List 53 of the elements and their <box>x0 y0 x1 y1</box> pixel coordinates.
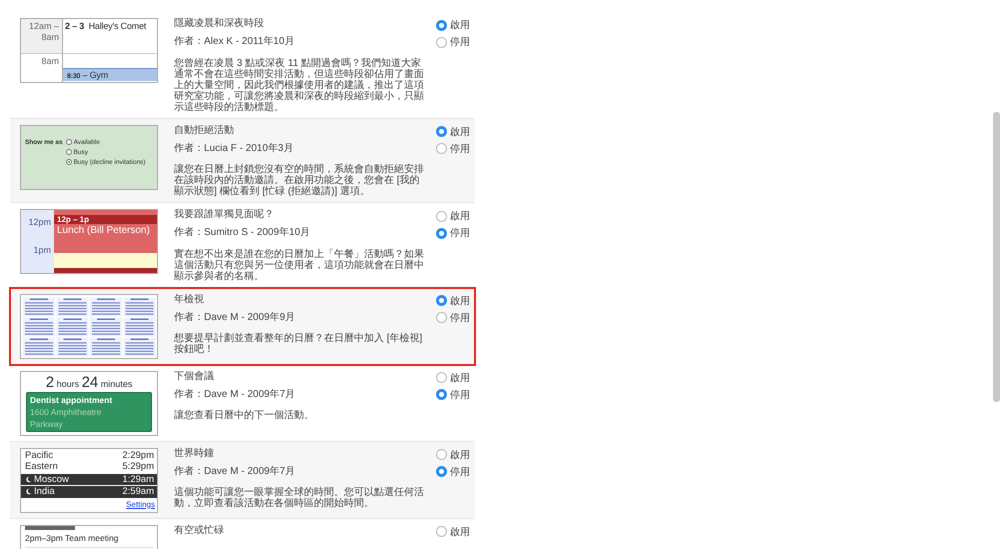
plugin-title: 自動拒絕活動 <box>174 124 235 136</box>
time-label: 12am – 8am <box>28 21 59 43</box>
city-name: Moscow <box>34 474 69 485</box>
radio-option[interactable]: 啟用 <box>436 448 470 462</box>
plugin-title: 下個會議 <box>174 370 215 382</box>
plugin-title: 隱藏凌晨和深夜時段 <box>174 18 265 29</box>
radio-option[interactable]: 停用 <box>436 388 470 402</box>
scrollbar-thumb[interactable] <box>993 112 1000 402</box>
time-label: 8am <box>41 56 59 66</box>
radio-option[interactable]: 啟用 <box>436 294 470 308</box>
event-title: Dentist appointment <box>30 394 114 406</box>
time-label: 1pm <box>33 245 51 255</box>
plugin-title: 我要跟誰單獨見面呢？ <box>174 209 275 220</box>
clock-time: 2:29pm <box>122 450 154 461</box>
plugin-description: 想要提早計劃並查看整年的日曆？在日曆中加入 [年檢視] 按鈕吧！ <box>174 333 424 355</box>
countdown-text: 2 hours 24 minutes <box>46 378 132 388</box>
plugin-title: 有空或忙碌 <box>174 524 225 536</box>
plugin-description: 實在想不出來是誰在您的日曆加上「午餐」活動嗎？如果這個活動只有您與另一位使用者，這項功能就會在日曆中顯示參與者的名稱。 <box>174 248 425 282</box>
settings-link[interactable]: Settings <box>126 500 155 508</box>
plugin-title: 世界時鐘 <box>174 448 215 458</box>
plugin-author: 作者：Alex K - 2011年10月 <box>174 36 296 47</box>
plugin-description: 這個功能可讓您一眼掌握全球的時間。您可以點選任何活動，立即查看該活動在各個時區的開始時間。 <box>174 487 425 509</box>
clock-time: 5:29pm <box>122 461 154 472</box>
plugin-author: 作者：Dave M - 2009年7月 <box>174 466 296 476</box>
plugin-description: 讓您查看日曆中的下一個活動。 <box>174 410 315 421</box>
event-location: 1600 Amphitheatre Parkway <box>30 406 102 430</box>
event-time: 12p – 1p <box>54 215 157 224</box>
city-name: India <box>34 486 55 498</box>
plugin-author: 作者：Dave M - 2009年9月 <box>174 312 296 322</box>
radio-option[interactable]: 啟用 <box>436 209 470 223</box>
time-label: 12pm <box>28 217 51 227</box>
radio-option[interactable]: 停用 <box>436 226 470 240</box>
radio-option[interactable]: 啟用 <box>436 18 470 32</box>
radio-option[interactable]: 停用 <box>436 35 470 49</box>
plugin-description: 您曾經在凌晨 3 點或深夜 11 點開過會嗎？我們知道大家通常不會在這些時間安排活動，但這些時段卻佔用了畫面上的大量空間，因此我們根據使用者的建議，推出了這項研究室功能，可讓您將凌晨和深夜的時段縮到最小，只顯示這些時段的活動標題。 <box>174 58 425 112</box>
radio-option[interactable]: 啟用 <box>436 370 470 384</box>
event-title: 2 – 3 Halley's Comet <box>65 21 146 31</box>
plugin-author: 作者：Sumitro S - 2009年10月 <box>174 227 312 238</box>
plugin-title: 年檢視 <box>174 294 205 304</box>
city-name: Pacific <box>25 450 53 461</box>
city-name: Eastern <box>25 461 58 472</box>
event-title: Lunch (Bill Peterson) <box>56 224 151 237</box>
radio-option[interactable]: 停用 <box>436 142 470 156</box>
clock-time: 1:29am <box>122 474 154 485</box>
radio-option[interactable]: 啟用 <box>436 524 470 538</box>
plugin-author: 作者：Lucia F - 2010年3月 <box>174 142 294 154</box>
radio-option[interactable]: 停用 <box>436 310 470 324</box>
plugin-author: 作者：Dave M - 2009年7月 <box>174 388 296 400</box>
plugin-description: 讓您在日曆上封鎖您沒有空的時間，系統會自動拒絕安排在該時段內的活動邀請。在啟用功能之後，您會在 [我的顯示狀態] 欄位看到 [忙碌 (拒絕邀請)] 選項。 <box>174 164 425 197</box>
radio-option[interactable]: 停用 <box>436 464 470 478</box>
event-title: 2pm–3pm Team meeting <box>25 532 118 542</box>
radio-option[interactable]: 啟用 <box>436 124 470 138</box>
clock-time: 2:59am <box>122 486 154 498</box>
